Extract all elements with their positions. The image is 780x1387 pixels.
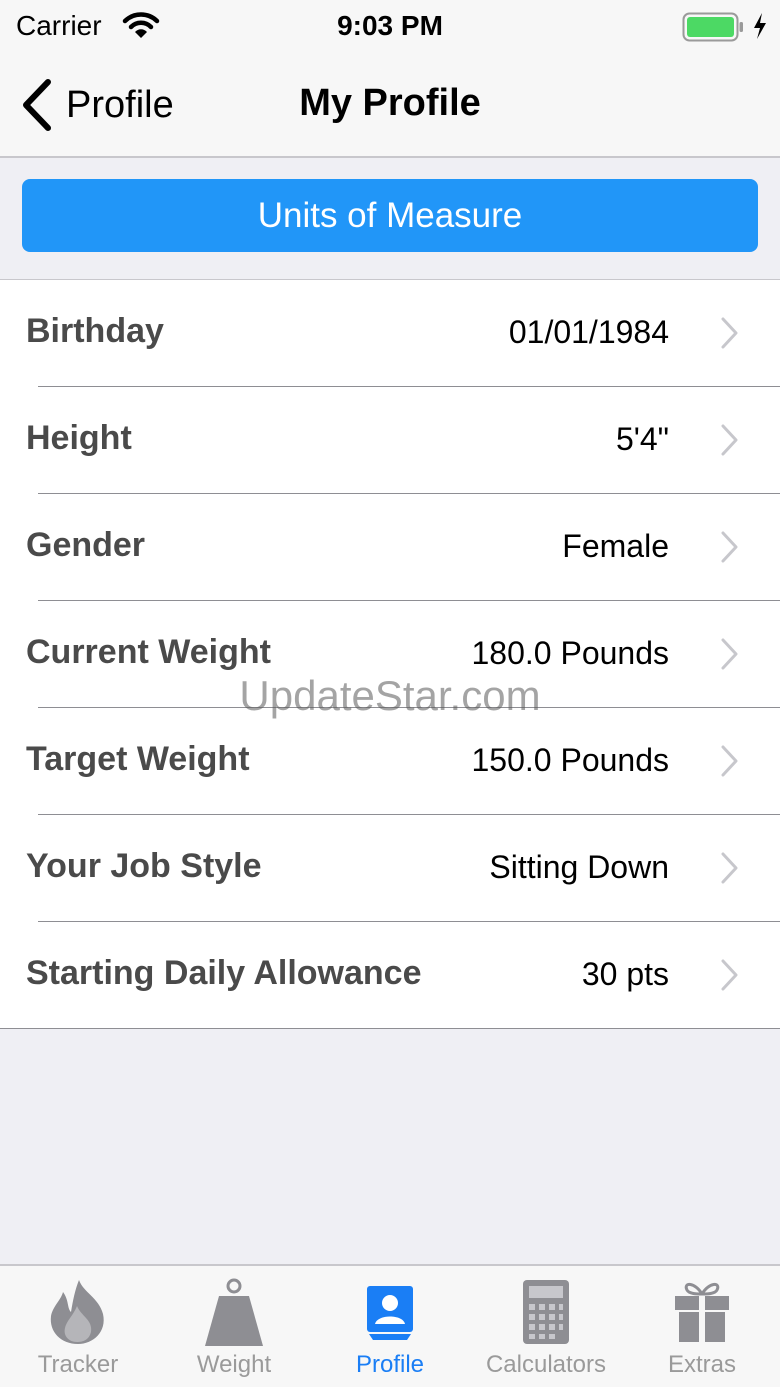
row-job-style[interactable]: Your Job Style Sitting Down	[0, 815, 780, 922]
chevron-right-icon	[721, 531, 738, 563]
tab-profile[interactable]: Profile	[312, 1266, 468, 1387]
page-title: My Profile	[299, 82, 481, 124]
tab-calculators[interactable]: Calculators	[468, 1266, 624, 1387]
row-label: Height	[26, 419, 132, 457]
row-label: Starting Daily Allowance	[26, 954, 422, 992]
row-height[interactable]: Height 5'4"	[0, 387, 780, 494]
tab-weight[interactable]: Weight	[156, 1266, 312, 1387]
row-value: 180.0 Pounds	[471, 635, 670, 671]
units-of-measure-button[interactable]: Units of Measure	[22, 179, 758, 252]
chevron-right-icon	[721, 317, 738, 349]
gift-icon	[675, 1283, 729, 1342]
charging-icon	[752, 12, 768, 45]
chevron-right-icon	[721, 959, 738, 991]
row-label: Target Weight	[26, 740, 250, 778]
row-gender[interactable]: Gender Female	[0, 494, 780, 601]
row-birthday[interactable]: Birthday 01/01/1984	[0, 280, 780, 387]
row-value: 30 pts	[581, 956, 669, 992]
status-bar: Carrier 9:03 PM	[0, 0, 780, 54]
tab-tracker[interactable]: Tracker	[0, 1266, 156, 1387]
units-section: Units of Measure	[0, 158, 780, 280]
row-label: Your Job Style	[26, 847, 262, 885]
calculator-icon	[523, 1280, 569, 1344]
battery-icon	[682, 12, 744, 47]
row-current-weight[interactable]: Current Weight 180.0 Pounds	[0, 601, 780, 708]
row-target-weight[interactable]: Target Weight 150.0 Pounds	[0, 708, 780, 815]
chevron-right-icon	[721, 638, 738, 670]
row-label: Gender	[26, 526, 146, 564]
row-value: 01/01/1984	[508, 314, 669, 350]
chevron-right-icon	[721, 745, 738, 777]
profile-list: Birthday 01/01/1984 Height 5'4" Gender F…	[0, 280, 780, 1029]
row-value: 150.0 Pounds	[471, 742, 670, 778]
flame-icon	[50, 1280, 104, 1344]
tab-label: Weight	[196, 1351, 272, 1378]
profile-icon	[367, 1286, 413, 1340]
chevron-right-icon	[721, 424, 738, 456]
tab-label: Calculators	[485, 1351, 607, 1378]
status-time: 9:03 PM	[337, 10, 443, 41]
row-label: Birthday	[26, 312, 164, 350]
tab-extras[interactable]: Extras	[624, 1266, 780, 1387]
row-label: Current Weight	[26, 633, 271, 671]
weight-icon	[205, 1278, 263, 1346]
navigation-bar: Profile My Profile	[0, 54, 780, 158]
row-daily-allowance[interactable]: Starting Daily Allowance 30 pts	[0, 922, 780, 1029]
row-value: Sitting Down	[489, 849, 669, 885]
tab-label: Extras	[667, 1351, 736, 1378]
row-value: Female	[562, 528, 669, 564]
tab-label: Profile	[355, 1351, 425, 1378]
tab-label: Tracker	[37, 1351, 119, 1378]
chevron-right-icon	[721, 852, 738, 884]
row-value: 5'4"	[615, 421, 669, 457]
tab-bar: Tracker Weight Profile Calculators Extra…	[0, 1264, 780, 1387]
